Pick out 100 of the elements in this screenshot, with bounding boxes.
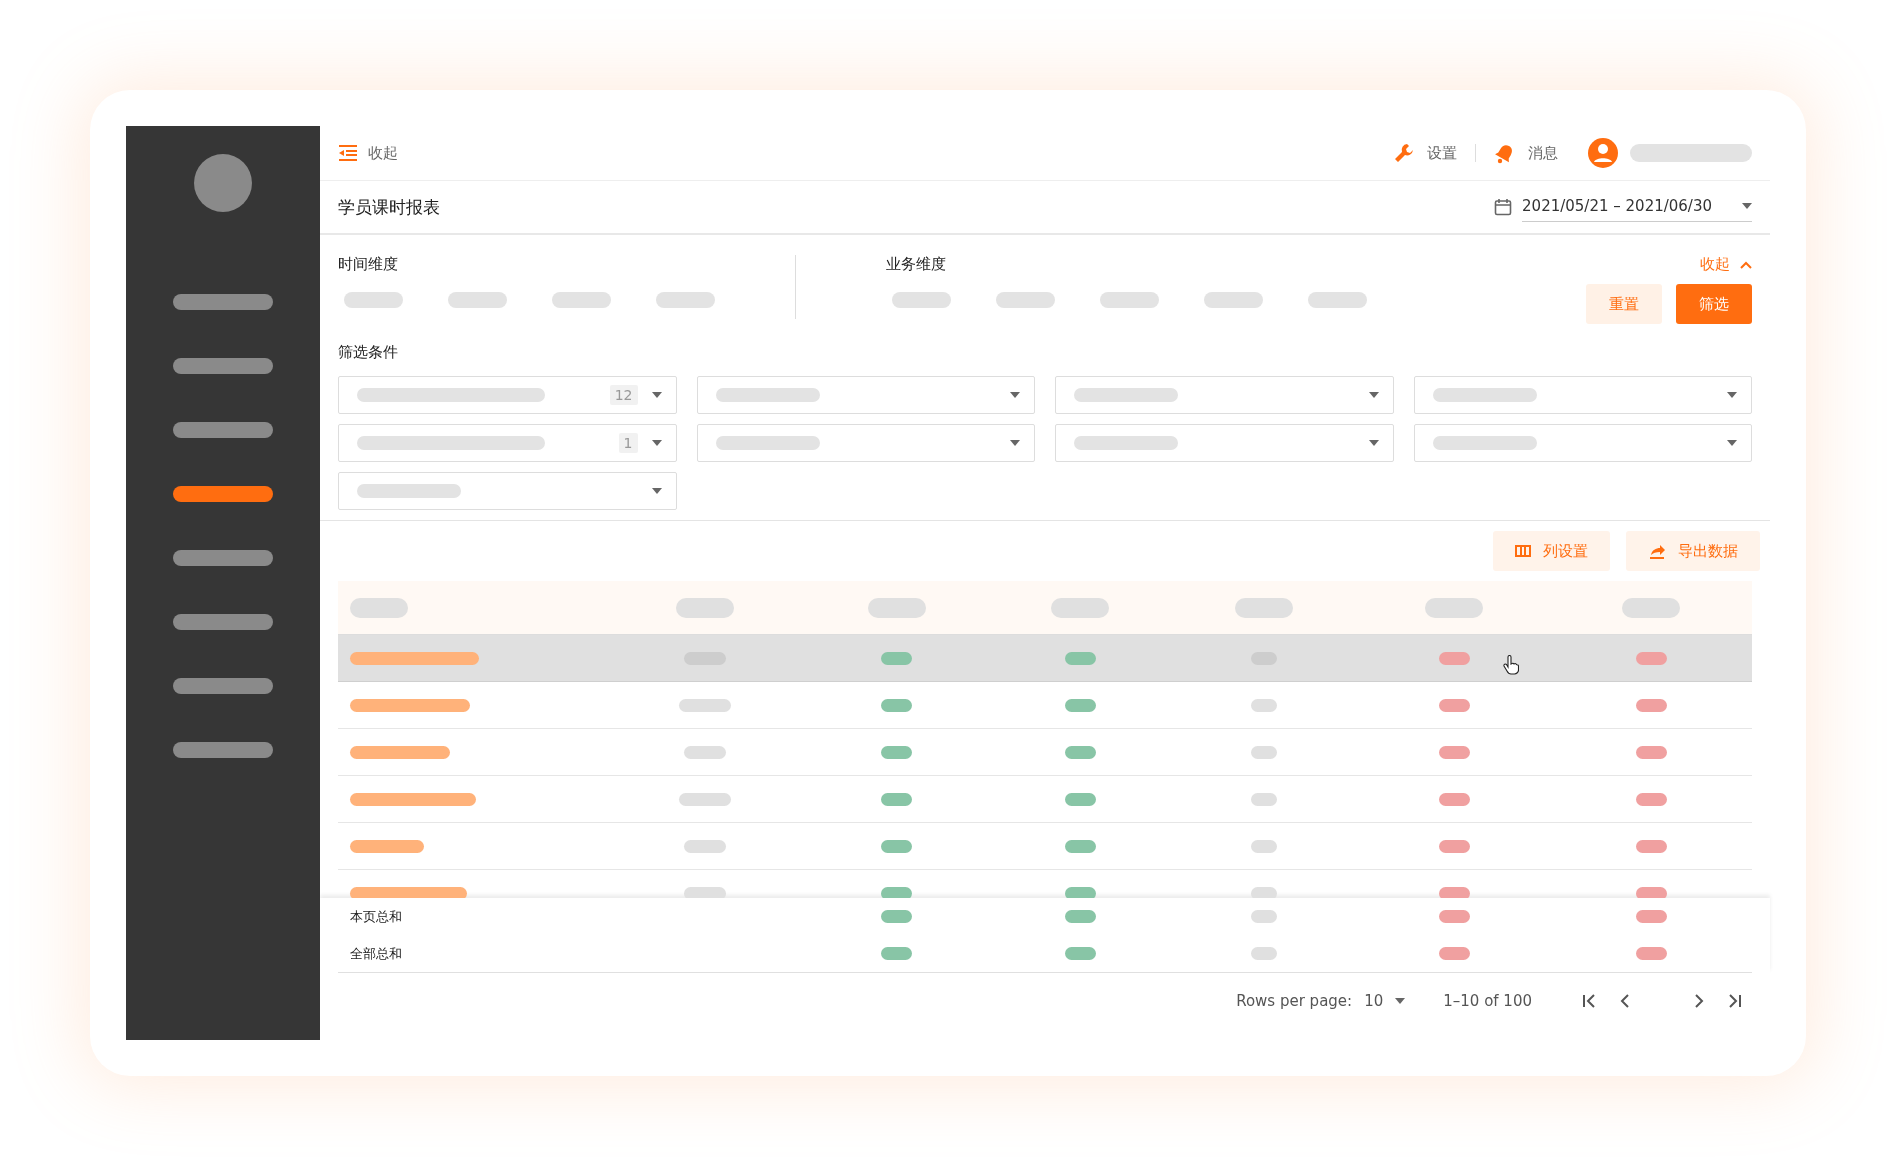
settings-label[interactable]: 设置	[1427, 143, 1457, 163]
sidebar-item[interactable]	[173, 550, 273, 566]
value-placeholder	[684, 886, 726, 898]
option-placeholder[interactable]	[448, 292, 507, 308]
sidebar-item[interactable]	[173, 358, 273, 374]
sidebar-item[interactable]	[173, 486, 273, 502]
value-placeholder	[1438, 910, 1470, 923]
value-placeholder	[1250, 792, 1277, 806]
value-placeholder	[1438, 745, 1470, 759]
caret-icon	[1368, 392, 1379, 398]
value-placeholder	[1635, 910, 1667, 923]
option-placeholder[interactable]	[1308, 292, 1367, 308]
share-arrow-icon	[1648, 543, 1666, 559]
value-placeholder	[1064, 839, 1096, 853]
option-placeholder[interactable]	[552, 292, 611, 308]
page-range: 1–10 of 100	[1443, 992, 1532, 1010]
hand-cursor-icon	[1503, 655, 1519, 675]
option-placeholder[interactable]	[656, 292, 715, 308]
value-placeholder	[1635, 651, 1667, 665]
caret-icon	[1742, 202, 1752, 209]
dropdown-field[interactable]	[338, 472, 677, 510]
date-range-text: 2021/05/21 – 2021/06/30	[1522, 196, 1712, 215]
header-placeholder	[1051, 597, 1109, 618]
caret-icon	[1727, 392, 1737, 398]
dropdown-field[interactable]	[1055, 424, 1394, 462]
calendar-icon	[1494, 198, 1513, 216]
option-placeholder[interactable]	[1100, 292, 1159, 308]
header-placeholder	[1622, 597, 1680, 618]
sidebar-item[interactable]	[173, 742, 273, 758]
value-placeholder	[881, 886, 912, 898]
value-placeholder	[684, 745, 726, 759]
value-placeholder	[881, 651, 912, 665]
option-placeholder[interactable]	[344, 292, 403, 308]
value-placeholder	[1635, 792, 1667, 806]
page-title: 学员课时报表	[338, 195, 440, 219]
value-placeholder	[1250, 698, 1277, 712]
dropdown-field[interactable]: 12	[338, 376, 677, 414]
header-placeholder	[867, 597, 926, 618]
collapse-label[interactable]: 收起	[368, 143, 398, 163]
user-avatar-icon[interactable]	[1588, 138, 1618, 168]
export-button[interactable]: 导出数据	[1626, 531, 1760, 571]
dropdown-field[interactable]	[1413, 424, 1752, 462]
sidebar-item[interactable]	[173, 422, 273, 438]
caret-icon	[1368, 440, 1379, 446]
value-placeholder	[1064, 910, 1096, 923]
caret-icon[interactable]	[1395, 998, 1406, 1004]
option-placeholder[interactable]	[892, 292, 951, 308]
dropdown-field[interactable]	[696, 424, 1035, 462]
sidebar-item[interactable]	[173, 678, 273, 694]
table-row[interactable]	[338, 635, 1752, 682]
value-placeholder	[881, 910, 912, 923]
reset-button[interactable]: 重置	[1586, 284, 1662, 324]
section-label: 业务维度	[886, 255, 947, 274]
value-placeholder	[679, 698, 731, 712]
filter-button[interactable]: 筛选	[1676, 284, 1752, 324]
dropdown-field[interactable]	[1413, 376, 1752, 414]
option-placeholder[interactable]	[996, 292, 1055, 308]
value-placeholder	[1250, 886, 1277, 898]
chevron-up-icon	[1740, 260, 1752, 269]
last-page-icon[interactable]	[1726, 993, 1742, 1009]
summary-label: 本页总和	[349, 907, 403, 926]
caret-icon	[651, 392, 662, 398]
columns-icon	[1515, 545, 1531, 557]
date-range-field[interactable]: 2021/05/21 – 2021/06/30	[1522, 192, 1752, 222]
value-placeholder	[1064, 792, 1096, 806]
dropdown-field[interactable]: 1	[338, 424, 677, 462]
wrench-icon[interactable]	[1393, 142, 1415, 164]
header-placeholder	[350, 597, 408, 618]
first-page-icon[interactable]	[1582, 993, 1598, 1009]
value-placeholder	[1064, 651, 1096, 665]
value-placeholder	[1250, 947, 1277, 960]
value-placeholder	[684, 839, 726, 853]
caret-icon	[1010, 392, 1020, 398]
summary-label: 全部总和	[349, 944, 403, 963]
collapse-link[interactable]: 收起	[1700, 255, 1752, 274]
sidebar-item[interactable]	[173, 614, 273, 630]
caret-icon	[1010, 440, 1020, 446]
dropdown-field[interactable]	[696, 376, 1035, 414]
messages-label[interactable]: 消息	[1528, 143, 1558, 163]
count-badge: 1	[618, 433, 638, 453]
caret-icon	[651, 440, 662, 446]
rows-per-page-select[interactable]: 10	[1364, 992, 1384, 1010]
value-placeholder	[1635, 698, 1667, 712]
option-placeholder[interactable]	[1204, 292, 1263, 308]
header-placeholder	[676, 597, 734, 618]
collapse-menu-icon[interactable]	[338, 144, 358, 162]
value-placeholder	[1438, 698, 1470, 712]
value-placeholder	[1250, 839, 1277, 853]
value-placeholder	[1250, 910, 1277, 923]
value-placeholder	[679, 792, 731, 806]
value-placeholder	[1064, 947, 1096, 960]
value-placeholder	[1635, 947, 1667, 960]
sidebar-item[interactable]	[173, 294, 273, 310]
value-placeholder	[881, 947, 912, 960]
dropdown-field[interactable]	[1055, 376, 1394, 414]
section-label: 时间维度	[338, 255, 399, 274]
column-settings-button[interactable]: 列设置	[1493, 531, 1610, 571]
value-placeholder	[1438, 839, 1470, 853]
header-placeholder	[1234, 597, 1293, 618]
value-placeholder	[881, 839, 912, 853]
